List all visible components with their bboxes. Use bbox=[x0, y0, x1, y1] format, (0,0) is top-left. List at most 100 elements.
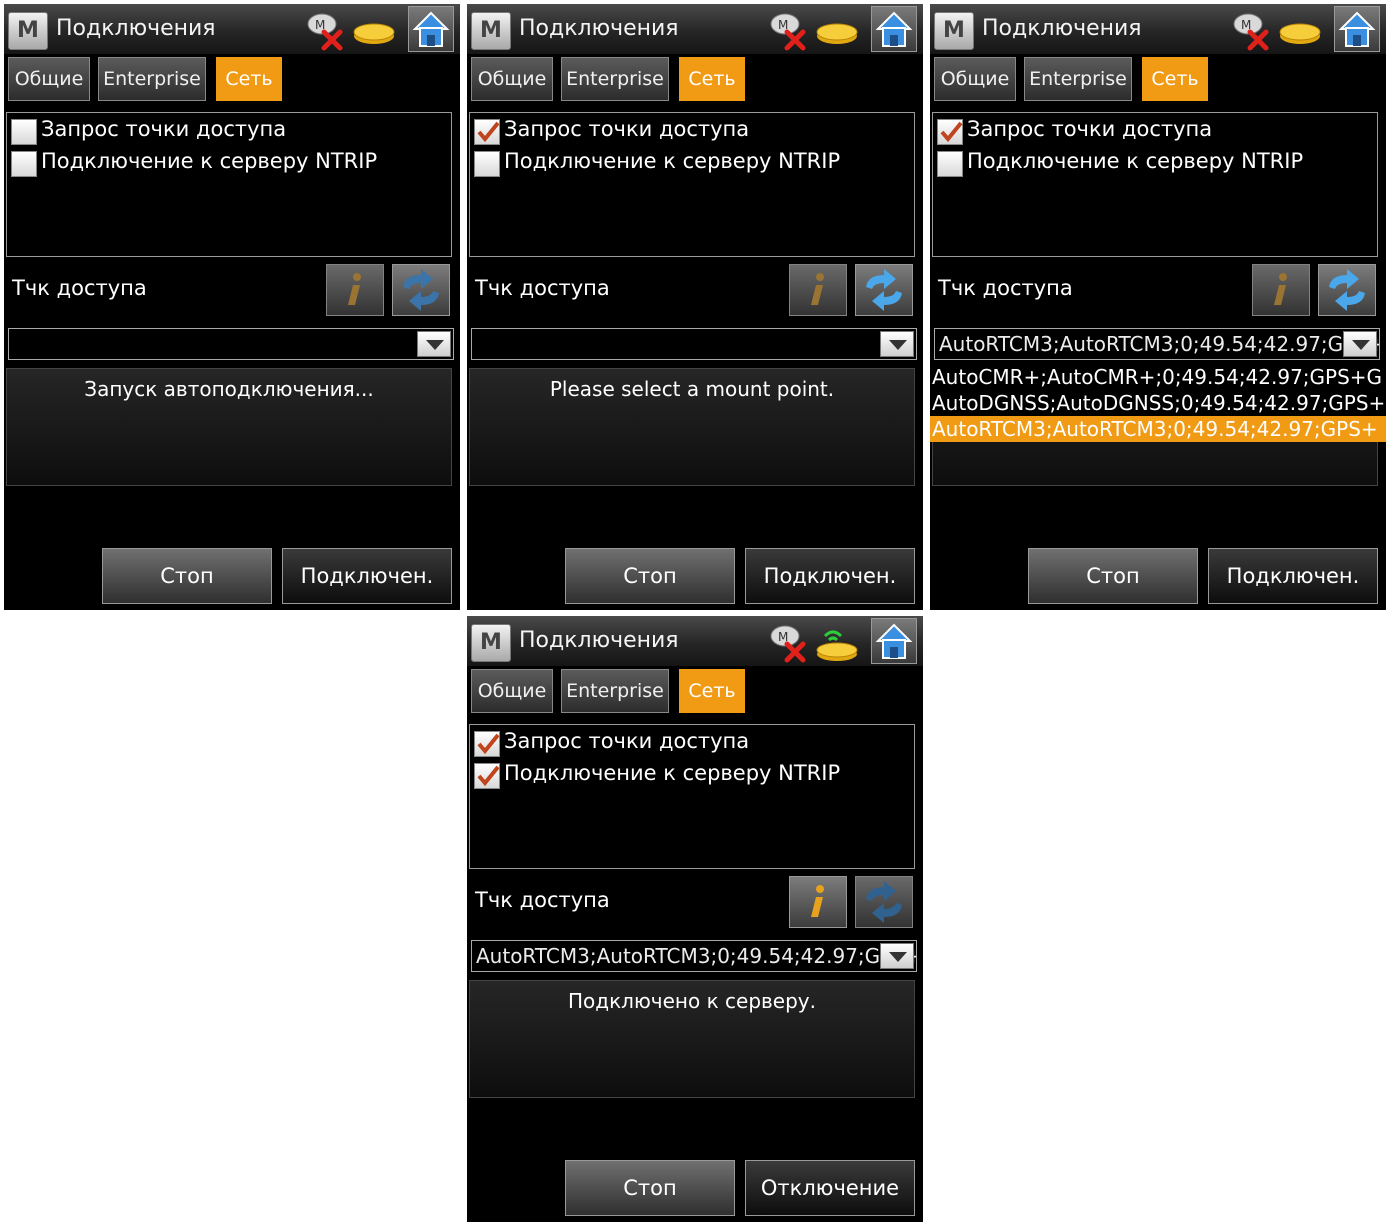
request-access-point-checkbox[interactable] bbox=[937, 119, 963, 145]
receiver-signal-icon bbox=[816, 630, 858, 661]
receiver-disc-icon bbox=[1279, 23, 1321, 44]
connect-button[interactable]: Подключен. bbox=[1208, 548, 1378, 604]
access-point-label: Тчк доступа bbox=[938, 276, 1073, 300]
tab-bar: Общие Enterprise Сеть bbox=[467, 54, 923, 106]
receiver-disc-icon bbox=[353, 23, 395, 44]
options-panel: Запрос точки доступа Подключение к серве… bbox=[932, 112, 1378, 257]
tab-bar: Общие Enterprise Сеть bbox=[930, 54, 1386, 106]
info-button[interactable] bbox=[1252, 264, 1310, 316]
refresh-button[interactable] bbox=[855, 876, 913, 928]
home-button[interactable] bbox=[871, 6, 917, 52]
refresh-button[interactable] bbox=[392, 264, 450, 316]
request-access-point-checkbox[interactable] bbox=[11, 119, 37, 145]
mountpoint-select[interactable] bbox=[8, 328, 454, 360]
mountpoint-value: AutoRTCM3;AutoRTCM3;0;49.54;42.97;GPS+ bbox=[476, 944, 916, 968]
status-icons: M bbox=[300, 4, 460, 54]
refresh-button[interactable] bbox=[855, 264, 913, 316]
stop-button[interactable]: Стоп bbox=[565, 1160, 735, 1216]
mountpoint-select[interactable] bbox=[471, 328, 917, 360]
info-icon bbox=[348, 273, 361, 305]
mountpoint-select[interactable]: AutoRTCM3;AutoRTCM3;0;49.54;42.97;GPS+ bbox=[471, 940, 917, 972]
option-label: Подключение к серверу NTRIP bbox=[504, 149, 841, 173]
screen-2: M Подключения M Общие Enterprise Сеть За… bbox=[467, 4, 923, 610]
dropdown-option[interactable]: AutoDGNSS;AutoDGNSS;0;49.54;42.97;GPS+ bbox=[930, 390, 1386, 416]
tab-enterprise[interactable]: Enterprise bbox=[561, 57, 669, 101]
request-access-point-checkbox[interactable] bbox=[474, 119, 500, 145]
status-icons: M bbox=[763, 4, 923, 54]
home-button[interactable] bbox=[1334, 6, 1380, 52]
tab-network[interactable]: Сеть bbox=[679, 57, 745, 101]
window-title: Подключения bbox=[56, 16, 216, 41]
chevron-down-icon[interactable] bbox=[1343, 331, 1377, 357]
dropdown-option-selected[interactable]: AutoRTCM3;AutoRTCM3;0;49.54;42.97;GPS+ bbox=[930, 416, 1386, 442]
disconnect-button[interactable]: Отключение bbox=[745, 1160, 915, 1216]
chevron-down-icon[interactable] bbox=[880, 331, 914, 357]
option-label: Подключение к серверу NTRIP bbox=[41, 149, 378, 173]
title-bar: M Подключения M bbox=[930, 4, 1386, 54]
info-icon bbox=[811, 273, 824, 305]
info-icon bbox=[1274, 273, 1287, 305]
home-button[interactable] bbox=[408, 6, 454, 52]
app-menu-button[interactable]: M bbox=[934, 12, 974, 50]
tab-general[interactable]: Общие bbox=[8, 57, 90, 101]
title-bar: M Подключения M bbox=[467, 4, 923, 54]
checkmark-icon bbox=[477, 121, 500, 143]
mountpoint-value: AutoRTCM3;AutoRTCM3;0;49.54;42.97;GPS+ bbox=[939, 332, 1379, 356]
tab-network[interactable]: Сеть bbox=[679, 669, 745, 713]
tab-general[interactable]: Общие bbox=[471, 669, 553, 713]
window-title: Подключения bbox=[519, 16, 679, 41]
app-menu-button[interactable]: M bbox=[8, 12, 48, 50]
connect-button[interactable]: Подключен. bbox=[282, 548, 452, 604]
access-point-label: Тчк доступа bbox=[475, 276, 610, 300]
ntrip-connect-checkbox[interactable] bbox=[474, 151, 500, 177]
tab-enterprise[interactable]: Enterprise bbox=[98, 57, 206, 101]
ntrip-connect-checkbox[interactable] bbox=[11, 151, 37, 177]
info-button[interactable] bbox=[326, 264, 384, 316]
window-title: Подключения bbox=[519, 628, 679, 653]
checkmark-icon bbox=[940, 121, 963, 143]
app-menu-button[interactable]: M bbox=[471, 12, 511, 50]
stop-button[interactable]: Стоп bbox=[102, 548, 272, 604]
tab-general[interactable]: Общие bbox=[471, 57, 553, 101]
chevron-down-icon[interactable] bbox=[880, 943, 914, 969]
tab-general[interactable]: Общие bbox=[934, 57, 1016, 101]
info-button[interactable] bbox=[789, 264, 847, 316]
dropdown-option[interactable]: AutoCMR+;AutoCMR+;0;49.54;42.97;GPS+G bbox=[930, 364, 1386, 390]
chevron-down-icon[interactable] bbox=[417, 331, 451, 357]
title-bar: M Подключения M bbox=[467, 616, 923, 666]
option-label: Запрос точки доступа bbox=[41, 117, 287, 141]
tab-network[interactable]: Сеть bbox=[216, 57, 282, 101]
status-message: Подключено к серверу. bbox=[567, 989, 816, 1013]
stop-button[interactable]: Стоп bbox=[1028, 548, 1198, 604]
home-icon bbox=[412, 11, 450, 47]
refresh-icon bbox=[1329, 269, 1365, 311]
home-icon bbox=[875, 11, 913, 47]
cloud-disconnected-icon: M bbox=[1233, 13, 1269, 51]
status-icons: M bbox=[763, 616, 923, 666]
app-menu-button[interactable]: M bbox=[471, 624, 511, 662]
status-message: Запуск автоподключения... bbox=[84, 377, 374, 401]
home-button[interactable] bbox=[871, 618, 917, 664]
receiver-disc-icon bbox=[816, 23, 858, 44]
mountpoint-dropdown-list: AutoCMR+;AutoCMR+;0;49.54;42.97;GPS+G Au… bbox=[930, 364, 1386, 442]
option-label: Запрос точки доступа bbox=[504, 117, 750, 141]
refresh-button[interactable] bbox=[1318, 264, 1376, 316]
info-button[interactable] bbox=[789, 876, 847, 928]
option-label: Подключение к серверу NTRIP bbox=[967, 149, 1304, 173]
checkmark-icon bbox=[477, 733, 500, 755]
home-icon bbox=[1338, 11, 1376, 47]
tab-enterprise[interactable]: Enterprise bbox=[561, 669, 669, 713]
cloud-disconnected-icon: M bbox=[770, 13, 806, 51]
option-label: Запрос точки доступа bbox=[504, 729, 750, 753]
connect-button[interactable]: Подключен. bbox=[745, 548, 915, 604]
stop-button[interactable]: Стоп bbox=[565, 548, 735, 604]
request-access-point-checkbox[interactable] bbox=[474, 731, 500, 757]
screen-4: M Подключения M Общие Enterprise Сеть За… bbox=[467, 616, 923, 1222]
status-message: Please select a mount point. bbox=[549, 377, 835, 401]
ntrip-connect-checkbox[interactable] bbox=[474, 763, 500, 789]
tab-enterprise[interactable]: Enterprise bbox=[1024, 57, 1132, 101]
mountpoint-select[interactable]: AutoRTCM3;AutoRTCM3;0;49.54;42.97;GPS+ bbox=[934, 328, 1380, 360]
screen-3: M Подключения M Общие Enterprise Сеть За… bbox=[930, 4, 1386, 610]
tab-network[interactable]: Сеть bbox=[1142, 57, 1208, 101]
ntrip-connect-checkbox[interactable] bbox=[937, 151, 963, 177]
